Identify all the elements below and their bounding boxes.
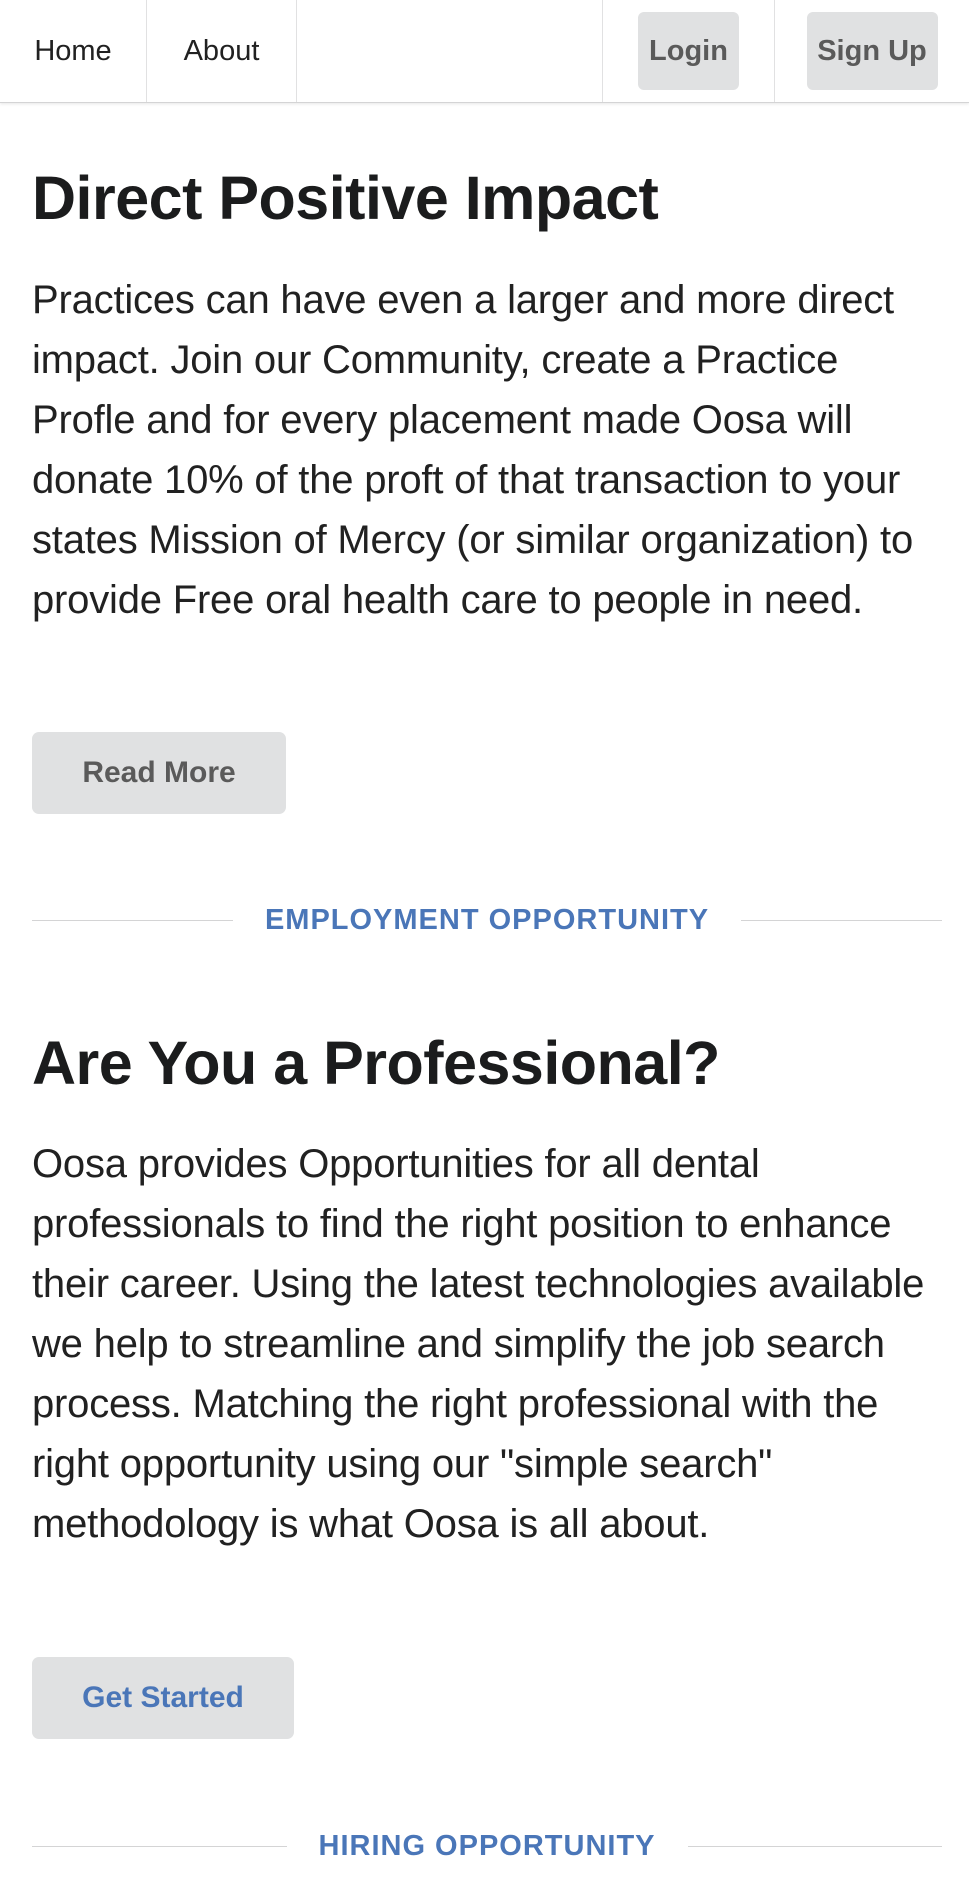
hiring-opportunity-label: HIRING OPPORTUNITY (318, 1829, 656, 1862)
signup-button-label: Sign Up (817, 34, 927, 67)
login-button-label: Login (649, 34, 728, 67)
impact-body-text: Practices can have even a larger and mor… (32, 278, 913, 622)
get-started-label: Get Started (82, 1681, 244, 1714)
impact-body-wrap: Practices can have even a larger and mor… (32, 270, 942, 630)
signup-button[interactable]: Sign Up (806, 12, 938, 90)
nav-home-label: Home (34, 34, 112, 67)
nav-login-cell: Login (602, 0, 775, 102)
divider-line-left (32, 1845, 287, 1847)
read-more-label: Read More (82, 756, 236, 789)
divider-line-right (687, 1845, 943, 1847)
nav-home-link[interactable]: Home (0, 0, 147, 102)
get-started-button[interactable]: Get Started (32, 1657, 294, 1739)
professional-section: Are You a Professional? (32, 1028, 942, 1098)
nav-signup-cell: Sign Up (775, 0, 969, 102)
nav-about-link[interactable]: About (147, 0, 297, 102)
professional-body-text: Oosa provides Opportunities for all dent… (32, 1142, 925, 1546)
read-more-button[interactable]: Read More (32, 732, 286, 814)
impact-section: Direct Positive Impact (32, 163, 942, 233)
divider-line-right (741, 919, 943, 921)
professional-body-wrap: Oosa provides Opportunities for all dent… (32, 1134, 942, 1554)
hiring-opportunity-divider: HIRING OPPORTUNITY (32, 1826, 943, 1866)
login-button[interactable]: Login (638, 12, 739, 90)
professional-heading: Are You a Professional? (32, 1029, 720, 1097)
divider-line-left (32, 919, 233, 921)
impact-heading: Direct Positive Impact (32, 164, 659, 232)
employment-opportunity-label: EMPLOYMENT OPPORTUNITY (264, 903, 710, 936)
nav-about-label: About (183, 34, 260, 67)
employment-opportunity-divider: EMPLOYMENT OPPORTUNITY (32, 900, 943, 940)
top-navbar: Home About Login Sign Up (0, 0, 969, 103)
